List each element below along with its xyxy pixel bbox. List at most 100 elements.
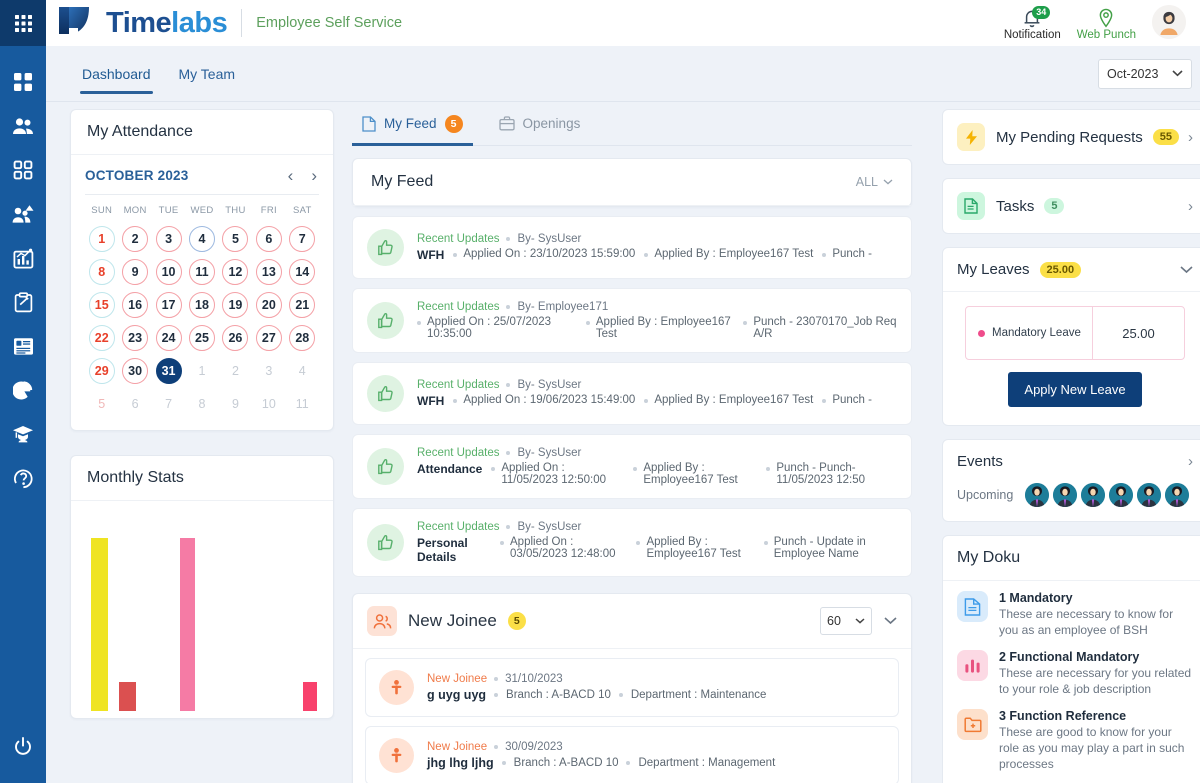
my-feed-filter[interactable]: ALL [856, 175, 893, 189]
sidebar-item-reports[interactable] [0, 324, 46, 368]
calendar-day[interactable]: 24 [155, 324, 182, 351]
new-joinee-item[interactable]: New Joinee 30/09/2023 jhg lhg ljhg Branc… [365, 726, 899, 783]
calendar-day[interactable]: 2 [222, 358, 248, 384]
doku-item[interactable]: 2 Functional Mandatory These are necessa… [957, 649, 1193, 698]
calendar-day[interactable]: 26 [222, 324, 249, 351]
calendar-day[interactable]: 19 [222, 291, 249, 318]
sidebar-item-modules[interactable] [0, 148, 46, 192]
new-joinee-pagesize-select[interactable]: 60 [820, 607, 872, 635]
calendar-day[interactable]: 27 [255, 324, 282, 351]
calendar-next-button[interactable]: › [309, 167, 319, 184]
feed-item[interactable]: Recent Updates By- SysUser WFH Applied O… [352, 216, 912, 279]
feed-item-by: By- Employee171 [517, 301, 609, 313]
new-joinee-pagesize-value: 60 [827, 614, 841, 628]
power-logout-button[interactable] [11, 711, 35, 783]
events-header[interactable]: Events › [943, 440, 1200, 483]
web-punch-button[interactable]: Web Punch [1071, 8, 1142, 41]
feed-meta: Applied On : 19/06/2023 15:49:00 [453, 394, 635, 406]
feed-item-kind: Attendance [417, 462, 483, 476]
new-joinee-date: 30/09/2023 [505, 741, 563, 753]
header-divider [241, 9, 243, 37]
calendar-day[interactable]: 15 [88, 291, 115, 318]
calendar-day[interactable]: 5 [89, 391, 115, 417]
brand-logo[interactable]: Timelabs [56, 6, 228, 40]
tasks-row[interactable]: Tasks 5 › [943, 179, 1200, 233]
event-attendee-avatar[interactable] [1137, 483, 1162, 507]
calendar-day[interactable]: 8 [189, 391, 215, 417]
sidebar-item-help[interactable] [0, 456, 46, 500]
notification-button[interactable]: 34 Notification [998, 6, 1067, 41]
sidebar-item-team-hierarchy[interactable] [0, 192, 46, 236]
sidebar-item-tasks[interactable] [0, 280, 46, 324]
calendar-day[interactable]: 8 [88, 258, 115, 285]
feed-item[interactable]: Recent Updates By- SysUser WFH Applied O… [352, 362, 912, 425]
chevron-right-icon: › [1188, 453, 1193, 470]
calendar-day[interactable]: 11 [289, 391, 315, 417]
user-avatar-button[interactable] [1152, 5, 1186, 39]
calendar-prev-button[interactable]: ‹ [286, 167, 296, 184]
new-joinee-item[interactable]: New Joinee 31/10/2023 g uyg uyg Branch :… [365, 658, 899, 717]
tab-my-team[interactable]: My Team [165, 46, 250, 102]
sidebar-item-pie-reports[interactable] [0, 368, 46, 412]
calendar-day[interactable]: 4 [289, 358, 315, 384]
period-select[interactable]: Oct-2023 [1098, 58, 1192, 89]
calendar-day[interactable]: 9 [122, 258, 149, 285]
sidebar-item-learning[interactable] [0, 412, 46, 456]
calendar-day[interactable]: 6 [255, 225, 282, 252]
tab-dashboard[interactable]: Dashboard [68, 46, 165, 102]
calendar-day[interactable]: 5 [222, 225, 249, 252]
calendar-day[interactable]: 2 [122, 225, 149, 252]
event-attendee-avatar[interactable] [1081, 483, 1106, 507]
calendar-day[interactable]: 29 [88, 357, 115, 384]
sidebar-item-employees[interactable] [0, 104, 46, 148]
calendar-day[interactable]: 6 [122, 391, 148, 417]
doku-item[interactable]: 3 Function Reference These are good to k… [957, 708, 1193, 773]
tab-openings[interactable]: Openings [489, 102, 591, 146]
calendar-day[interactable]: 10 [155, 258, 182, 285]
calendar-day[interactable]: 1 [88, 225, 115, 252]
doku-item[interactable]: 1 Mandatory These are necessary to know … [957, 591, 1193, 639]
feed-item[interactable]: Recent Updates By- SysUser Personal Deta… [352, 508, 912, 577]
calendar-day[interactable]: 31 [155, 357, 182, 384]
calendar-day[interactable]: 16 [122, 291, 149, 318]
event-attendee-avatar[interactable] [1165, 483, 1190, 507]
calendar-cell: 11 [286, 387, 319, 420]
new-joinee-head: New Joinee 31/10/2023 [427, 673, 766, 685]
calendar-day[interactable]: 17 [155, 291, 182, 318]
event-attendee-avatar[interactable] [1109, 483, 1134, 507]
calendar-day[interactable]: 11 [188, 258, 215, 285]
new-joinee-collapse-button[interactable] [884, 612, 897, 630]
chevron-down-icon[interactable] [1180, 262, 1193, 277]
chevron-right-icon: › [1188, 197, 1193, 215]
feed-item[interactable]: Recent Updates By- Employee171 Applied O… [352, 288, 912, 353]
calendar-day[interactable]: 12 [222, 258, 249, 285]
event-attendee-avatar[interactable] [1025, 483, 1050, 507]
calendar-day[interactable]: 23 [122, 324, 149, 351]
calendar-day[interactable]: 7 [289, 225, 316, 252]
sidebar-item-dashboard[interactable] [0, 60, 46, 104]
calendar-day[interactable]: 20 [255, 291, 282, 318]
calendar-day[interactable]: 4 [188, 225, 215, 252]
sidebar-item-analytics[interactable] [0, 236, 46, 280]
calendar-day[interactable]: 7 [156, 391, 182, 417]
tab-my-feed[interactable]: My Feed 5 [352, 102, 473, 146]
feed-item[interactable]: Recent Updates By- SysUser Attendance Ap… [352, 434, 912, 499]
calendar-day[interactable]: 9 [222, 391, 248, 417]
calendar-day[interactable]: 3 [256, 358, 282, 384]
calendar-day[interactable]: 13 [255, 258, 282, 285]
calendar-day[interactable]: 30 [122, 357, 149, 384]
apply-new-leave-button[interactable]: Apply New Leave [1008, 372, 1142, 407]
calendar-day[interactable]: 18 [188, 291, 215, 318]
apps-grid-button[interactable] [0, 0, 46, 46]
calendar-day[interactable]: 28 [289, 324, 316, 351]
calendar-day[interactable]: 3 [155, 225, 182, 252]
calendar-day[interactable]: 25 [188, 324, 215, 351]
calendar-day[interactable]: 22 [88, 324, 115, 351]
calendar-day[interactable]: 21 [289, 291, 316, 318]
calendar-day[interactable]: 10 [256, 391, 282, 417]
pending-requests-row[interactable]: My Pending Requests 55 › [943, 110, 1200, 164]
my-leaves-header[interactable]: My Leaves 25.00 [943, 248, 1200, 292]
event-attendee-avatar[interactable] [1053, 483, 1078, 507]
calendar-day[interactable]: 14 [289, 258, 316, 285]
calendar-day[interactable]: 1 [189, 358, 215, 384]
